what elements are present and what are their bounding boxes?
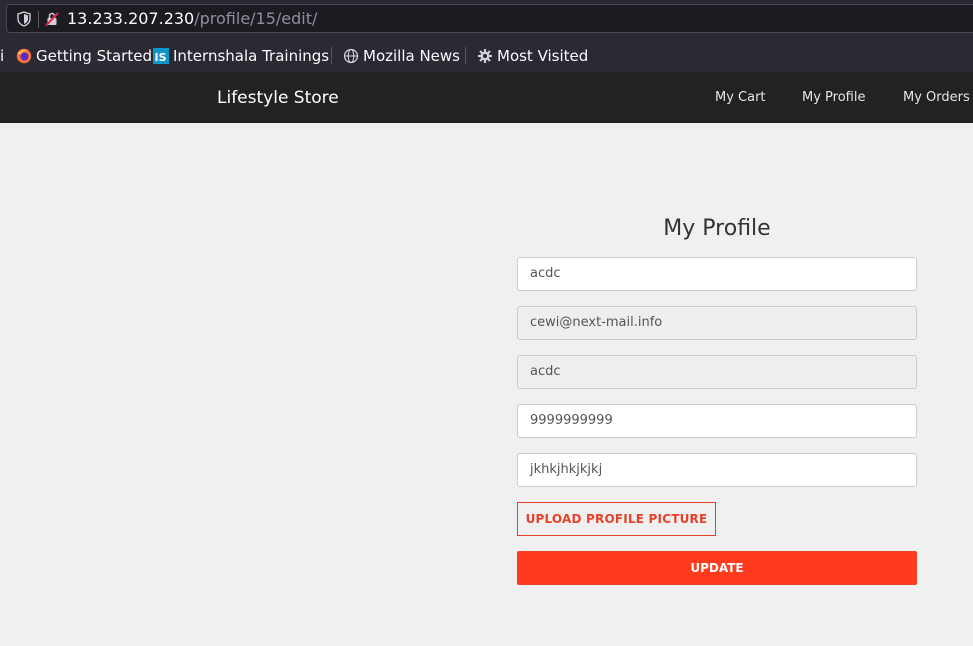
bookmark-label: Internshala Trainings	[173, 47, 330, 65]
tracking-protection-icon[interactable]	[16, 11, 32, 27]
bookmarks-toolbar: i Getting Started IS Internshala Trainin…	[0, 38, 973, 73]
bookmark-label: Mozilla News	[363, 47, 460, 65]
bookmark-edge-fragment[interactable]: i	[0, 46, 4, 66]
globe-icon	[343, 48, 359, 64]
bookmark-label: Most Visited	[497, 47, 589, 65]
email-field[interactable]: cewi@next-mail.info	[517, 306, 917, 340]
gear-icon	[478, 49, 492, 63]
name-field[interactable]: acdc	[517, 257, 917, 291]
page-title: My Profile	[663, 216, 771, 241]
update-button[interactable]: UPDATE	[517, 551, 917, 585]
username-field[interactable]: acdc	[517, 355, 917, 389]
nav-my-profile[interactable]: My Profile	[802, 90, 865, 105]
url-separator	[38, 11, 39, 28]
bookmark-label: Getting Started	[36, 47, 152, 65]
bookmark-separator	[465, 47, 466, 64]
svg-text:IS: IS	[155, 51, 167, 64]
url-path: /profile/15/edit/	[194, 9, 318, 28]
firefox-icon	[16, 48, 32, 64]
nav-my-orders[interactable]: My Orders	[903, 90, 970, 105]
phone-field[interactable]: 9999999999	[517, 404, 917, 438]
site-navbar: Lifestyle Store My Cart My Profile My Or…	[0, 72, 973, 123]
bookmark-edge-text: i	[0, 47, 5, 65]
address-field[interactable]: jkhkjhkjkjkj	[517, 453, 917, 487]
nav-my-cart[interactable]: My Cart	[715, 90, 766, 105]
insecure-lock-icon[interactable]	[44, 11, 60, 27]
internshala-icon: IS	[153, 48, 169, 64]
bookmark-separator	[331, 47, 332, 64]
brand-link[interactable]: Lifestyle Store	[217, 88, 339, 108]
url-text: 13.233.207.230/profile/15/edit/	[67, 9, 317, 29]
url-host: 13.233.207.230	[67, 9, 195, 28]
upload-profile-picture-button[interactable]: UPLOAD PROFILE PICTURE	[517, 502, 716, 536]
browser-toolbar: 13.233.207.230/profile/15/edit/	[0, 0, 973, 38]
url-bar[interactable]: 13.233.207.230/profile/15/edit/	[6, 4, 973, 33]
